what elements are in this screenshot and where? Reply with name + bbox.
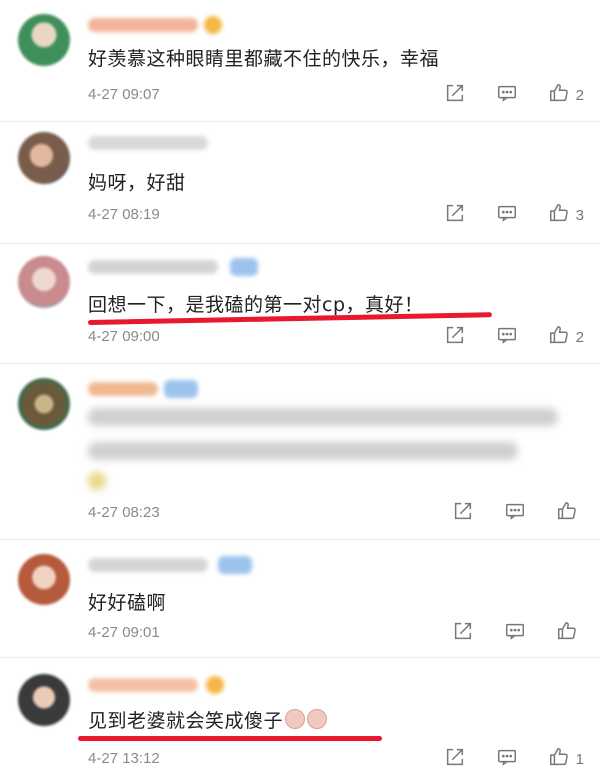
comment-icon (496, 82, 518, 108)
comment-actions: 1 (414, 746, 584, 772)
laugh-emoji (285, 709, 306, 729)
comment-text-blurred (88, 472, 106, 490)
share-button[interactable] (444, 202, 466, 228)
comment-icon (504, 500, 526, 526)
like-button[interactable] (556, 500, 584, 526)
username-blurred[interactable] (88, 676, 224, 694)
comment-icon (504, 620, 526, 646)
share-button[interactable] (444, 324, 466, 350)
comment-text: 回想一下，是我磕的第一对cp，真好！ (88, 294, 424, 316)
comment-actions: 2 (414, 82, 584, 108)
comment-icon (496, 746, 518, 772)
username-blurred[interactable] (88, 258, 258, 276)
comment-time: 4-27 09:01 (88, 624, 160, 641)
share-button[interactable] (452, 500, 474, 526)
username-blurred[interactable] (88, 136, 208, 150)
reply-button[interactable] (504, 620, 526, 646)
share-icon (452, 620, 474, 646)
comment-time: 4-27 08:23 (88, 504, 160, 521)
thumbs-up-icon (548, 746, 570, 772)
comment-icon (496, 324, 518, 350)
comment-text: 好好磕啊 (88, 592, 167, 614)
laugh-emoji (307, 709, 328, 729)
comment-text-content: 见到老婆就会笑成傻子 (88, 710, 284, 732)
avatar[interactable] (18, 132, 70, 184)
like-button[interactable]: 1 (548, 746, 584, 772)
comment-actions (422, 620, 584, 646)
like-button[interactable]: 2 (548, 82, 584, 108)
highlight-underline (78, 736, 382, 741)
thumbs-up-icon (548, 202, 570, 228)
avatar[interactable] (18, 378, 70, 430)
comment-item: 好好磕啊 4-27 09:01 (0, 540, 600, 658)
share-icon (444, 202, 466, 228)
avatar[interactable] (18, 674, 70, 726)
comment-item: 妈呀，好甜 4-27 08:19 3 (0, 122, 600, 244)
avatar[interactable] (18, 14, 70, 66)
comment-time: 4-27 09:07 (88, 86, 160, 103)
thumbs-up-icon (548, 82, 570, 108)
share-icon (444, 324, 466, 350)
comment-actions: 3 (414, 202, 584, 228)
comment-time: 4-27 13:12 (88, 750, 160, 767)
avatar[interactable] (18, 256, 70, 308)
comment-text: 好羡慕这种眼睛里都藏不住的快乐，幸福 (88, 48, 440, 70)
reply-button[interactable] (496, 82, 518, 108)
comment-item: 4-27 08:23 (0, 364, 600, 540)
comment-actions (422, 500, 584, 526)
comment-actions: 2 (414, 324, 584, 350)
thumbs-up-icon (556, 620, 578, 646)
share-button[interactable] (444, 82, 466, 108)
like-count: 3 (575, 206, 584, 224)
reply-button[interactable] (504, 500, 526, 526)
reply-button[interactable] (496, 324, 518, 350)
comment-item: 好羡慕这种眼睛里都藏不住的快乐，幸福 4-27 09:07 2 (0, 0, 600, 122)
like-button[interactable]: 3 (548, 202, 584, 228)
comment-text: 妈呀，好甜 (88, 172, 186, 194)
comment-time: 4-27 09:00 (88, 328, 160, 345)
comment-time: 4-27 08:19 (88, 206, 160, 223)
share-icon (444, 82, 466, 108)
comment-text: 见到老婆就会笑成傻子 (88, 706, 328, 733)
comment-item: 回想一下，是我磕的第一对cp，真好！ 4-27 09:00 2 (0, 244, 600, 364)
like-count: 2 (575, 86, 584, 104)
comment-item: 见到老婆就会笑成傻子 4-27 13:12 1 (0, 658, 600, 775)
username-blurred[interactable] (88, 16, 222, 34)
avatar[interactable] (18, 554, 70, 606)
like-button[interactable]: 2 (548, 324, 584, 350)
share-icon (452, 500, 474, 526)
username-blurred[interactable] (88, 556, 252, 574)
like-count: 1 (575, 750, 584, 768)
comment-text-blurred (88, 408, 558, 426)
share-icon (444, 746, 466, 772)
reply-button[interactable] (496, 202, 518, 228)
username-blurred[interactable] (88, 380, 198, 398)
reply-button[interactable] (496, 746, 518, 772)
thumbs-up-icon (556, 500, 578, 526)
like-button[interactable] (556, 620, 584, 646)
comment-icon (496, 202, 518, 228)
comment-list: 好羡慕这种眼睛里都藏不住的快乐，幸福 4-27 09:07 2 妈呀，好甜 4-… (0, 0, 600, 775)
share-button[interactable] (452, 620, 474, 646)
like-count: 2 (575, 328, 584, 346)
share-button[interactable] (444, 746, 466, 772)
comment-text-blurred (88, 442, 518, 460)
thumbs-up-icon (548, 324, 570, 350)
